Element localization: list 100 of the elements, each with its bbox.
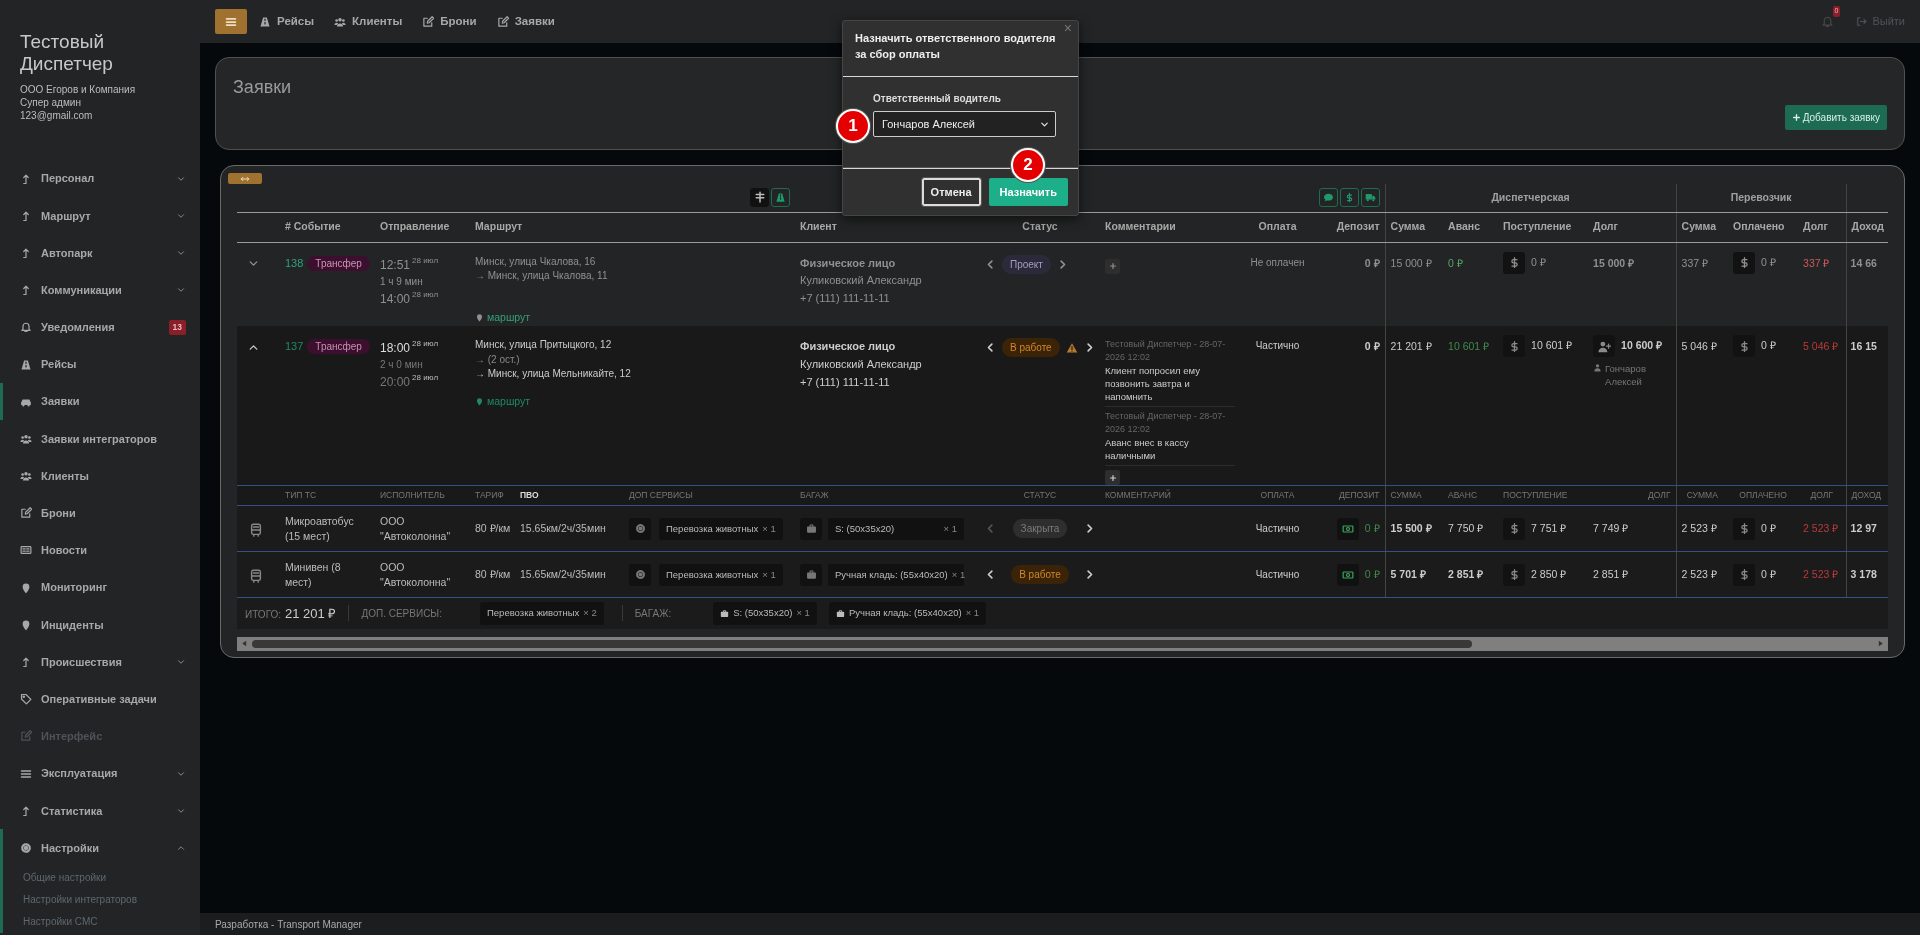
sidebar-item[interactable]: Статистика bbox=[0, 792, 200, 830]
profit-amount: 3 178 bbox=[1850, 568, 1877, 581]
baggage-button[interactable] bbox=[800, 517, 822, 540]
previous-status-icon[interactable] bbox=[985, 569, 996, 581]
deposit-button[interactable] bbox=[1336, 517, 1359, 540]
payment-button[interactable] bbox=[1503, 517, 1526, 540]
pvo-value: 15.65км/2ч/35мин bbox=[520, 568, 606, 581]
sidebar-item[interactable]: Коммуникации bbox=[0, 271, 200, 309]
sidebar-item[interactable]: Заявки интеграторов bbox=[0, 420, 200, 458]
group-header: Диспетчерская bbox=[1490, 189, 1571, 205]
sidebar-item[interactable]: Настройки bbox=[0, 829, 200, 867]
sidebar-item[interactable]: Рейсы bbox=[0, 345, 200, 384]
payment-button[interactable] bbox=[1503, 335, 1526, 358]
payment-button[interactable] bbox=[1733, 251, 1756, 274]
column-header: Оплата bbox=[1258, 220, 1297, 233]
filter-button[interactable] bbox=[1318, 188, 1338, 207]
group-header: Перевозчик bbox=[1729, 189, 1793, 205]
column-header: ПВО bbox=[520, 490, 539, 501]
sidebar-item[interactable]: Происшествия bbox=[0, 643, 200, 681]
sidebar-item[interactable]: Оперативные задачи bbox=[0, 680, 200, 718]
tag-icon bbox=[20, 693, 32, 706]
deposit-button[interactable] bbox=[1336, 563, 1359, 586]
income-amount: 7 751 ₽ bbox=[1531, 521, 1567, 534]
add-request-button[interactable]: Добавить заявку bbox=[1784, 105, 1887, 130]
cancel-button[interactable]: Отмена bbox=[921, 177, 981, 207]
filter-button[interactable] bbox=[1360, 188, 1380, 207]
previous-status-icon[interactable] bbox=[985, 342, 996, 354]
carrier-paid: 0 ₽ bbox=[1761, 255, 1776, 268]
carrier-sum: 2 523 ₽ bbox=[1681, 522, 1717, 535]
income-amount: 2 850 ₽ bbox=[1531, 567, 1567, 580]
users-icon bbox=[20, 470, 32, 483]
services-button[interactable] bbox=[629, 517, 651, 540]
client-name: Куликовский Александр bbox=[800, 356, 923, 372]
footer-text: Разработка - Transport Manager bbox=[200, 913, 1920, 935]
next-status-icon[interactable] bbox=[1084, 523, 1095, 535]
payment-button[interactable] bbox=[1733, 517, 1756, 540]
suitcase-icon bbox=[835, 609, 845, 618]
sidebar-item[interactable]: Персонал bbox=[0, 160, 200, 198]
sidebar-item[interactable]: Маршрут bbox=[0, 197, 200, 235]
road-icon bbox=[775, 192, 786, 204]
advance-amount: 2 851 ₽ bbox=[1448, 568, 1484, 581]
services-button[interactable] bbox=[629, 563, 651, 586]
route-stop: Минск, улица Чкалова, 16 bbox=[475, 254, 597, 269]
sidebar-item[interactable]: Новости bbox=[0, 531, 200, 570]
comment-text: Клиент попросил ему позвонить завтра и напомнить bbox=[1105, 363, 1201, 404]
column-header: ПОСТУПЛЕНИЕ bbox=[1503, 490, 1568, 501]
sidebar-item[interactable]: Заявки bbox=[0, 383, 200, 421]
baggage-tag: S: (50x35x20) × 1 bbox=[713, 602, 817, 625]
add-comment-button[interactable] bbox=[1105, 470, 1120, 486]
filter-button[interactable] bbox=[771, 188, 790, 208]
sidebar-item[interactable]: Брони bbox=[0, 494, 200, 532]
arrow-up-icon bbox=[20, 172, 32, 185]
column-header: Долг bbox=[1593, 220, 1618, 233]
assign-driver-button[interactable] bbox=[1593, 335, 1616, 358]
column-header: ТИП ТС bbox=[285, 490, 317, 501]
nav-link[interactable]: Клиенты bbox=[334, 12, 403, 31]
column-header: Сумма bbox=[1390, 220, 1426, 233]
user-role: Супер админ bbox=[20, 96, 82, 110]
profit-amount: 14 66 bbox=[1850, 256, 1877, 269]
status-badge: В работе bbox=[1002, 338, 1060, 358]
baggage-button[interactable] bbox=[800, 563, 822, 586]
expand-width-button[interactable] bbox=[228, 173, 262, 184]
next-status-icon[interactable] bbox=[1084, 569, 1095, 581]
departure-date: 28 июл bbox=[412, 339, 439, 349]
payment-button[interactable] bbox=[1503, 563, 1526, 586]
add-comment-button[interactable] bbox=[1105, 258, 1120, 274]
signpost-icon bbox=[753, 191, 766, 204]
sidebar-item[interactable]: Эксплуатация bbox=[0, 755, 200, 793]
column-header: Маршрут bbox=[475, 220, 523, 233]
menu-button[interactable] bbox=[215, 9, 247, 34]
event-number[interactable]: 137 bbox=[285, 340, 304, 353]
driver-select[interactable]: Гончаров Алексей bbox=[873, 111, 1056, 137]
sidebar-item[interactable]: Инциденты bbox=[0, 606, 200, 644]
horizontal-scrollbar[interactable] bbox=[237, 636, 1888, 651]
money-icon bbox=[1341, 568, 1354, 581]
nav-link[interactable]: Рейсы bbox=[259, 12, 315, 31]
nav-link[interactable]: Брони bbox=[422, 12, 477, 31]
filter-button[interactable] bbox=[1339, 188, 1359, 207]
user-email: 123@gmail.com bbox=[20, 109, 94, 123]
sidebar-item[interactable]: Клиенты bbox=[0, 457, 200, 495]
edit-icon bbox=[20, 507, 32, 520]
carrier-debt: 337 ₽ bbox=[1803, 256, 1830, 269]
event-number[interactable]: 138 bbox=[285, 256, 304, 269]
route-link[interactable]: маршрут bbox=[475, 393, 531, 410]
route-link[interactable]: маршрут bbox=[475, 309, 531, 326]
payment-button[interactable] bbox=[1733, 563, 1756, 586]
sidebar-item[interactable]: Уведомления 13 bbox=[0, 308, 200, 346]
bus-icon bbox=[249, 568, 263, 583]
arrival-date: 28 июл bbox=[412, 289, 439, 299]
road-icon bbox=[20, 358, 32, 371]
sidebar-item[interactable]: Автопарк bbox=[0, 234, 200, 272]
payment-button[interactable] bbox=[1733, 335, 1756, 358]
scrollbar-thumb[interactable] bbox=[252, 639, 1472, 648]
filter-button[interactable] bbox=[750, 187, 769, 207]
previous-status-icon[interactable] bbox=[985, 258, 996, 270]
payment-button[interactable] bbox=[1503, 251, 1526, 274]
advance-amount: 10 601 ₽ bbox=[1448, 340, 1490, 353]
deposit-amount: 0 ₽ bbox=[1364, 340, 1380, 353]
nav-link[interactable]: Заявки bbox=[496, 12, 555, 31]
sidebar-item[interactable]: Мониторинг bbox=[0, 569, 200, 607]
